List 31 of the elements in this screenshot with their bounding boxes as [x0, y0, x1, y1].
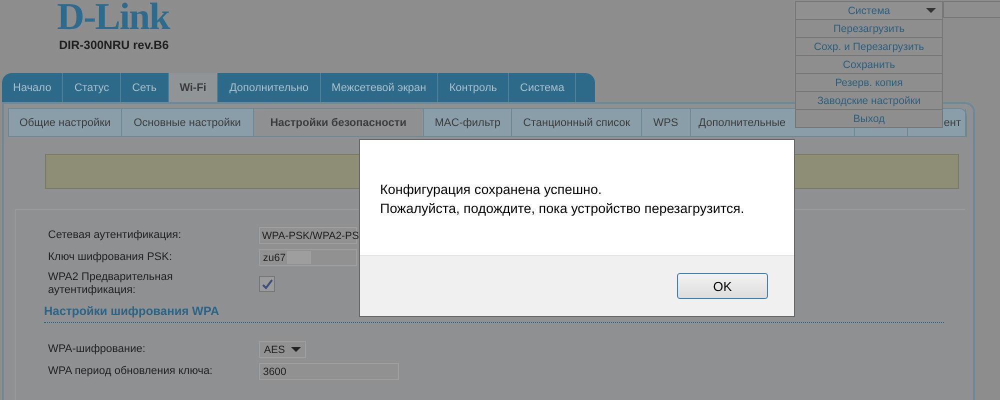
field-label: WPA-шифрование: — [48, 343, 146, 356]
field-label: Сетевая аутентификация: — [48, 229, 182, 242]
checkbox[interactable] — [259, 276, 275, 292]
menu-item[interactable]: Сохранить — [795, 56, 943, 74]
field-label: WPA2 Предварительная аутентификация: — [48, 271, 174, 297]
brand-logo: D-Link — [57, 0, 170, 34]
menu-item[interactable]: Перезагрузить — [795, 20, 943, 38]
menu-button[interactable]: Система — [795, 1, 943, 20]
toolbar-box — [943, 1, 1000, 18]
nav-tab[interactable]: Wi-Fi — [168, 73, 218, 102]
ok-button[interactable]: OK — [677, 273, 768, 299]
menu-item[interactable]: Заводские настройки — [795, 92, 943, 110]
input-field[interactable]: 3600 — [259, 363, 399, 380]
sub-tab[interactable]: Станционный список — [512, 109, 642, 136]
field-label: Ключ шифрования PSK: — [48, 251, 174, 264]
dialog-message: Пожалуйста, подождите, пока устройство перезагрузится. — [380, 201, 746, 216]
sub-tab[interactable]: Настройки безопасности — [254, 109, 424, 136]
sub-tab[interactable]: WPS — [642, 109, 691, 136]
sub-tab[interactable]: Общие настройки — [9, 109, 122, 136]
device-model: DIR-300NRU rev.B6 — [59, 38, 169, 52]
caret-icon — [926, 8, 936, 13]
caret-icon — [291, 347, 302, 352]
dialog-message: Конфигурация сохранена успешно. — [380, 182, 603, 197]
field-label: WPA период обновления ключа: — [48, 365, 214, 378]
menu-item[interactable]: Сохр. и Перезагрузить — [795, 38, 943, 56]
input-field[interactable]: zu67 — [259, 249, 357, 266]
sub-tab[interactable]: MAC-фильтр — [424, 109, 512, 136]
select-field[interactable]: WPA-PSK/WPA2-PS — [259, 227, 357, 244]
select-field[interactable]: AES — [259, 341, 306, 358]
menu-item[interactable]: Резерв. копия — [795, 74, 943, 92]
menu-item[interactable]: Выход — [795, 110, 943, 128]
